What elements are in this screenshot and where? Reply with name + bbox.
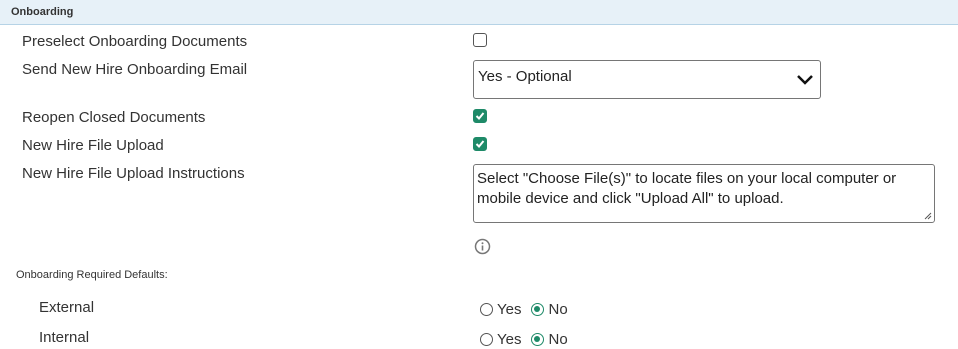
required-defaults-title: Onboarding Required Defaults: [16, 269, 168, 281]
external-no-label[interactable]: No [548, 301, 567, 318]
internal-label: Internal [39, 329, 90, 346]
instructions-label: New Hire File Upload Instructions [22, 165, 245, 182]
send-email-value: Yes - Optional [478, 68, 572, 85]
internal-yes-radio[interactable] [480, 333, 493, 346]
check-icon [475, 112, 485, 120]
instructions-text: Select "Choose File(s)" to locate files … [477, 170, 897, 207]
resize-grip-icon[interactable] [923, 211, 932, 220]
file-upload-checkbox[interactable] [473, 137, 487, 151]
instructions-textarea[interactable]: Select "Choose File(s)" to locate files … [473, 164, 935, 223]
reopen-checkbox[interactable] [473, 109, 487, 123]
send-email-label: Send New Hire Onboarding Email [22, 61, 248, 78]
check-icon [475, 140, 485, 148]
section-title: Onboarding [11, 6, 74, 18]
preselect-checkbox[interactable] [473, 33, 487, 47]
external-radio-group: Yes No [480, 301, 578, 318]
reopen-label: Reopen Closed Documents [22, 109, 206, 126]
section-header: Onboarding [0, 0, 958, 25]
file-upload-label: New Hire File Upload [22, 137, 164, 154]
preselect-label: Preselect Onboarding Documents [22, 33, 248, 50]
internal-radio-group: Yes No [480, 331, 578, 348]
internal-no-radio[interactable] [531, 333, 545, 346]
external-label: External [39, 299, 95, 316]
chevron-down-icon [797, 75, 813, 85]
internal-yes-label[interactable]: Yes [497, 331, 521, 348]
info-circle-icon[interactable] [474, 238, 491, 255]
external-no-radio[interactable] [531, 303, 545, 316]
external-yes-label[interactable]: Yes [497, 301, 521, 318]
internal-no-label[interactable]: No [548, 331, 567, 348]
external-yes-radio[interactable] [480, 303, 493, 316]
send-email-select[interactable]: Yes - Optional [473, 60, 821, 99]
